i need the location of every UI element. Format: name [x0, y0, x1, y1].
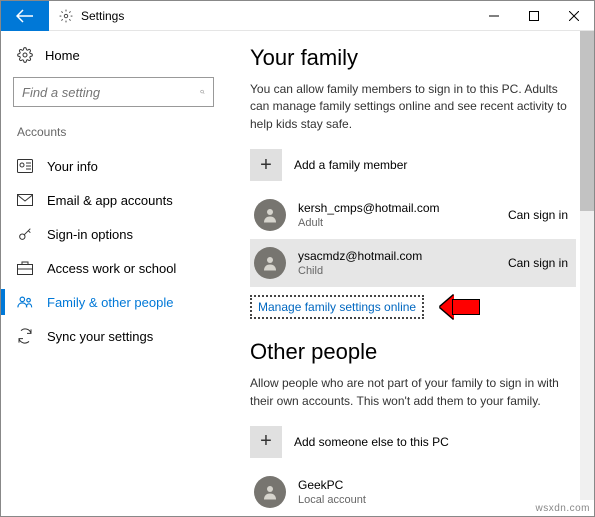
add-other-user[interactable]: + Add someone else to this PC	[250, 426, 576, 458]
plus-icon: +	[250, 149, 282, 181]
family-description: You can allow family members to sign in …	[250, 81, 576, 133]
sidebar-item-your-info[interactable]: Your info	[1, 149, 226, 183]
member-status: Can sign in	[508, 208, 572, 222]
briefcase-icon	[17, 260, 33, 276]
member-role: Adult	[298, 217, 496, 229]
add-other-label: Add someone else to this PC	[294, 435, 449, 449]
avatar-icon	[254, 247, 286, 279]
add-family-label: Add a family member	[294, 158, 407, 172]
scrollbar-thumb[interactable]	[580, 31, 594, 211]
back-button[interactable]	[1, 1, 49, 31]
home-label: Home	[45, 48, 80, 63]
member-email: ysacmdz@hotmail.com	[298, 249, 496, 263]
search-icon	[200, 85, 205, 99]
scrollbar[interactable]	[580, 31, 594, 500]
sidebar-item-family-people[interactable]: Family & other people	[1, 285, 226, 319]
category-header: Accounts	[1, 121, 226, 143]
home-nav[interactable]: Home	[1, 41, 226, 69]
add-family-member[interactable]: + Add a family member	[250, 149, 576, 181]
titlebar: Settings	[1, 1, 594, 31]
nav-label: Your info	[47, 159, 98, 174]
window-title: Settings	[81, 9, 474, 23]
other-user-row[interactable]: GeekPC Local account	[250, 468, 576, 516]
nav-label: Sync your settings	[47, 329, 153, 344]
search-box[interactable]	[13, 77, 214, 107]
family-member-row[interactable]: ysacmdz@hotmail.com Child Can sign in	[250, 239, 576, 287]
member-status: Can sign in	[508, 256, 572, 270]
people-icon	[17, 294, 33, 310]
mail-icon	[17, 192, 33, 208]
search-input[interactable]	[22, 85, 200, 100]
avatar-icon	[254, 476, 286, 508]
maximize-button[interactable]	[514, 1, 554, 31]
person-card-icon	[17, 158, 33, 174]
avatar-icon	[254, 199, 286, 231]
family-member-row[interactable]: kersh_cmps@hotmail.com Adult Can sign in	[250, 191, 576, 239]
manage-family-link[interactable]: Manage family settings online	[250, 295, 424, 319]
member-role: Child	[298, 265, 496, 277]
sidebar-item-work-school[interactable]: Access work or school	[1, 251, 226, 285]
close-button[interactable]	[554, 1, 594, 31]
user-role: Local account	[298, 494, 572, 506]
close-icon	[569, 11, 579, 21]
arrow-left-icon	[16, 9, 34, 23]
main-content: Your family You can allow family members…	[226, 31, 594, 516]
plus-icon: +	[250, 426, 282, 458]
family-heading: Your family	[250, 45, 576, 71]
sidebar-item-signin-options[interactable]: Sign-in options	[1, 217, 226, 251]
minimize-button[interactable]	[474, 1, 514, 31]
sync-icon	[17, 328, 33, 344]
other-people-description: Allow people who are not part of your fa…	[250, 375, 576, 410]
sidebar-item-email-accounts[interactable]: Email & app accounts	[1, 183, 226, 217]
callout-arrow-icon	[440, 295, 480, 319]
maximize-icon	[529, 11, 539, 21]
minimize-icon	[489, 11, 499, 21]
settings-icon	[59, 9, 73, 23]
nav-label: Access work or school	[47, 261, 176, 276]
user-name: GeekPC	[298, 478, 572, 492]
key-icon	[17, 226, 33, 242]
watermark: wsxdn.com	[535, 503, 590, 514]
nav-label: Email & app accounts	[47, 193, 173, 208]
nav-label: Sign-in options	[47, 227, 133, 242]
gear-icon	[17, 47, 33, 63]
sidebar: Home Accounts Your info Email & app acco…	[1, 31, 226, 516]
member-email: kersh_cmps@hotmail.com	[298, 201, 496, 215]
other-people-heading: Other people	[250, 339, 576, 365]
sidebar-item-sync[interactable]: Sync your settings	[1, 319, 226, 353]
nav-label: Family & other people	[47, 295, 173, 310]
